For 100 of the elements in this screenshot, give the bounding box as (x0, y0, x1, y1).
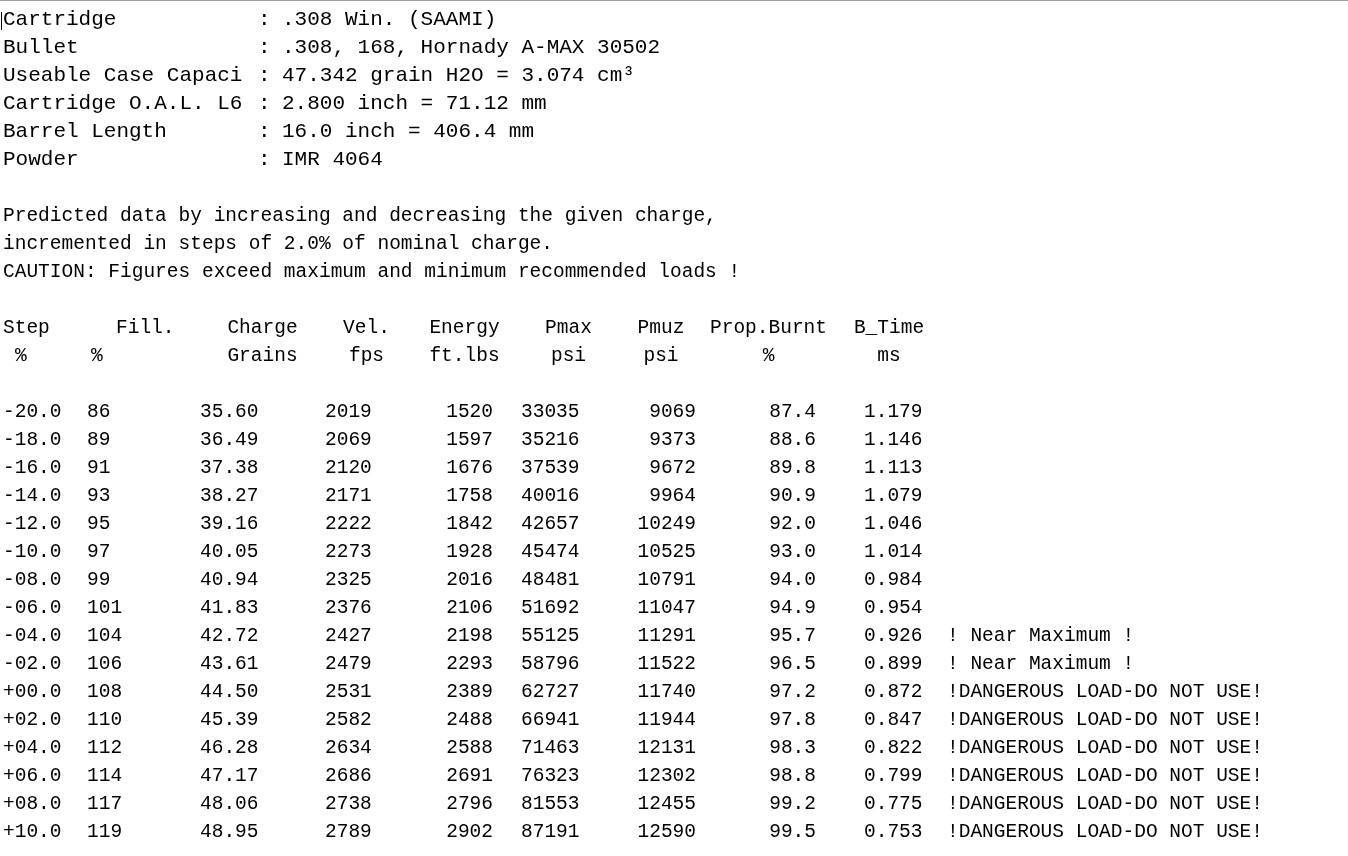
table-cell-text: 42.72 (200, 624, 259, 649)
table-cell-text: 10249 (637, 512, 696, 537)
table-cell-text: 114 (87, 764, 123, 789)
table-cell-text: 96.5 (769, 652, 816, 677)
field-value: .308 Win. (SAAMI) (282, 7, 497, 33)
column-header: Pmax (545, 316, 592, 341)
table-cell-text: 47.17 (200, 764, 259, 789)
table-cell-text: 0.753 (864, 820, 923, 845)
table-cell-text: -06.0 (3, 596, 62, 621)
table-cell-text: 12590 (637, 820, 696, 845)
warning-text: !DANGEROUS LOAD-DO NOT USE! (947, 736, 1263, 761)
table-cell-text: 2106 (446, 596, 493, 621)
table-cell-text: 104 (87, 624, 123, 649)
table-cell-text: 0.799 (864, 764, 923, 789)
table-cell-text: 35216 (521, 428, 580, 453)
table-cell-text: 36.49 (200, 428, 259, 453)
note-line: CAUTION: Figures exceed maximum and minimum recommended loads ! (3, 261, 741, 283)
table-cell-text: 2198 (446, 624, 493, 649)
field-separator: : (258, 91, 272, 117)
table-cell-text: 108 (87, 680, 123, 705)
table-cell-text: 2531 (325, 680, 372, 705)
column-unit: Grains (227, 344, 298, 369)
table-cell-text: 62727 (521, 680, 580, 705)
field-separator: : (258, 63, 272, 89)
table-cell-text: 33035 (521, 400, 580, 425)
table-cell-text: 45474 (521, 540, 580, 565)
column-unit: ms (877, 344, 901, 369)
table-cell-text: 2738 (325, 792, 372, 817)
table-cell-text: 0.822 (864, 736, 923, 761)
table-cell-text: 2120 (325, 456, 372, 481)
field-label: Powder (3, 147, 80, 173)
table-cell-text: 9964 (649, 484, 696, 509)
column-header: Pmuz (637, 316, 685, 341)
column-header: Step (3, 316, 50, 341)
table-cell-text: 0.926 (864, 624, 923, 649)
table-cell-text: 1.113 (864, 456, 923, 481)
table-cell-text: 38.27 (200, 484, 259, 509)
table-cell-text: 92.0 (769, 512, 816, 537)
column-unit: % (14, 344, 27, 369)
table-cell-text: +06.0 (3, 764, 62, 789)
table-cell-text: 1.179 (864, 400, 923, 425)
table-cell-text: 48.06 (200, 792, 259, 817)
table-cell-text: 2789 (325, 820, 372, 845)
table-cell-text: 37539 (521, 456, 580, 481)
table-cell-text: 98.3 (769, 736, 816, 761)
table-cell-text: -16.0 (3, 456, 62, 481)
table-cell-text: -02.0 (3, 652, 62, 677)
column-header: B_Time (853, 316, 925, 341)
field-value: 2.800 inch = 71.12 mm (282, 91, 547, 117)
column-unit: ft.lbs (429, 344, 500, 369)
table-cell-text: 1928 (446, 540, 493, 565)
table-cell-text: 1.014 (864, 540, 923, 565)
table-cell-text: 1.079 (864, 484, 923, 509)
table-cell-text: 11740 (637, 680, 696, 705)
table-cell-text: 43.61 (200, 652, 259, 677)
table-cell-text: 46.28 (200, 736, 259, 761)
table-cell-text: 35.60 (200, 400, 259, 425)
note-line: Predicted data by increasing and decreasing the given charge, (3, 205, 717, 227)
table-cell-text: +04.0 (3, 736, 62, 761)
table-cell-text: -10.0 (3, 540, 62, 565)
table-cell-text: 12302 (637, 764, 696, 789)
table-cell-text: -20.0 (3, 400, 62, 425)
column-header: Charge (227, 316, 298, 341)
table-cell-text: 2069 (325, 428, 372, 453)
table-cell-text: 98.8 (769, 764, 816, 789)
table-cell-text: 2686 (325, 764, 372, 789)
table-cell-text: 12455 (637, 792, 696, 817)
table-cell-text: 91 (87, 456, 111, 481)
table-cell-text: 41.83 (200, 596, 259, 621)
table-cell-text: 44.50 (200, 680, 259, 705)
column-header: Vel. (343, 316, 390, 341)
warning-text: !DANGEROUS LOAD-DO NOT USE! (947, 792, 1263, 817)
table-cell-text: 2691 (446, 764, 493, 789)
table-cell-text: 2427 (325, 624, 372, 649)
table-cell-text: 12131 (637, 736, 696, 761)
table-cell-text: 110 (87, 708, 123, 733)
warning-text: !DANGEROUS LOAD-DO NOT USE! (947, 820, 1263, 845)
note-line: incremented in steps of 2.0% of nominal charge. (3, 233, 553, 255)
table-cell-text: 40.05 (200, 540, 259, 565)
table-cell-text: 1.146 (864, 428, 923, 453)
table-cell-text: 48481 (521, 568, 580, 593)
table-cell-text: 1597 (446, 428, 493, 453)
field-value: IMR 4064 (282, 147, 383, 173)
field-label: Bullet (3, 35, 80, 61)
table-cell-text: 45.39 (200, 708, 259, 733)
table-cell-text: 2479 (325, 652, 372, 677)
table-cell-text: +10.0 (3, 820, 62, 845)
table-cell-text: 9672 (649, 456, 696, 481)
table-cell-text: 2389 (446, 680, 493, 705)
table-cell-text: 10525 (637, 540, 696, 565)
table-cell-text: 9373 (649, 428, 696, 453)
table-cell-text: 2796 (446, 792, 493, 817)
table-cell-text: 51692 (521, 596, 580, 621)
table-cell-text: 2171 (325, 484, 372, 509)
table-cell-text: +00.0 (3, 680, 62, 705)
table-cell-text: 112 (87, 736, 123, 761)
table-cell-text: 1842 (446, 512, 493, 537)
table-cell-text: 2016 (446, 568, 493, 593)
table-cell-text: 97 (87, 540, 111, 565)
table-cell-text: 2273 (325, 540, 372, 565)
